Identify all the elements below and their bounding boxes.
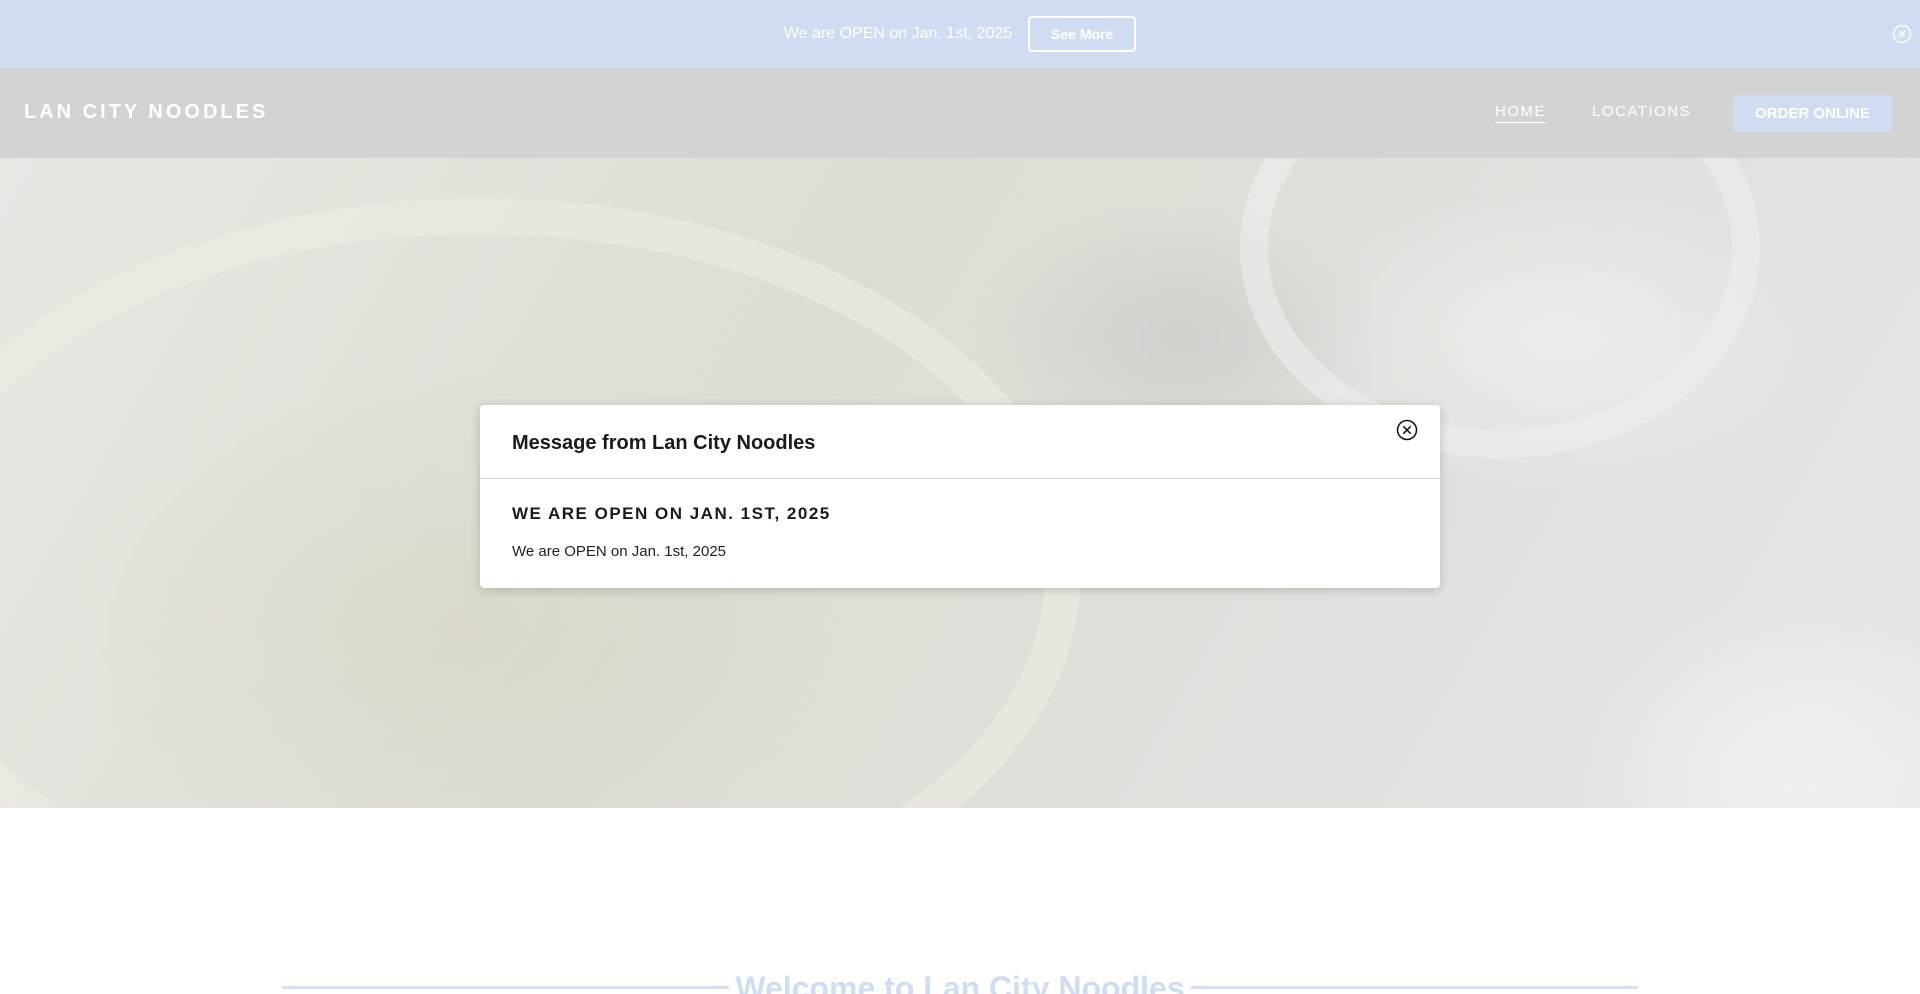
close-icon[interactable] [1892, 24, 1912, 44]
see-more-button[interactable]: See More [1028, 16, 1137, 52]
announcement-bar: We are OPEN on Jan. 1st, 2025 See More [0, 0, 1920, 68]
nav-locations-link[interactable]: LOCATIONS [1592, 103, 1691, 120]
site-header: LAN CITY NOODLES HOME LOCATIONS ORDER ON… [0, 68, 1920, 158]
modal-title: Message from Lan City Noodles [512, 432, 816, 454]
order-online-button[interactable]: ORDER ONLINE [1733, 95, 1892, 132]
modal-message-body: We are OPEN on Jan. 1st, 2025 [512, 543, 727, 560]
brand-logo-text[interactable]: LAN CITY NOODLES [24, 101, 268, 124]
nav-home-link[interactable]: HOME [1495, 103, 1546, 123]
announcement-text: We are OPEN on Jan. 1st, 2025 [783, 25, 1013, 42]
welcome-section: Welcome to Lan City Noodles [0, 808, 1920, 994]
close-icon[interactable] [1396, 419, 1418, 441]
divider-line-right [1191, 986, 1638, 989]
modal-message-heading: WE ARE OPEN ON JAN. 1ST, 2025 [512, 504, 831, 523]
modal-header: Message from Lan City Noodles [480, 405, 1440, 479]
welcome-title: Welcome to Lan City Noodles [735, 970, 1185, 994]
message-modal: Message from Lan City Noodles WE ARE OPE… [480, 405, 1440, 588]
